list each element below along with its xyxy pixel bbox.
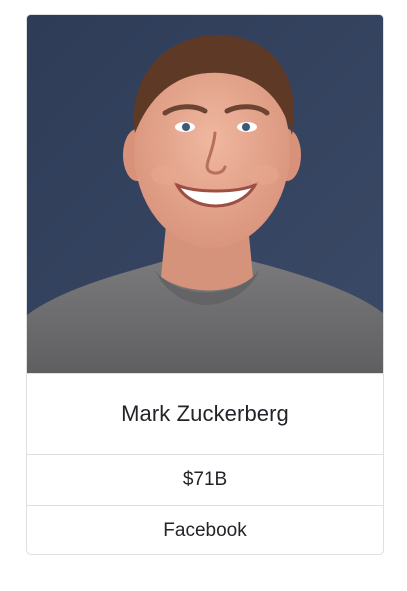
net-worth-item: $71B xyxy=(27,454,383,505)
profile-card: Mark Zuckerberg $71B Facebook xyxy=(26,14,384,555)
card-body: Mark Zuckerberg xyxy=(27,373,383,454)
company-item: Facebook xyxy=(27,505,383,554)
profile-photo xyxy=(27,15,383,373)
portrait-illustration xyxy=(27,15,383,373)
person-name: Mark Zuckerberg xyxy=(121,401,289,426)
details-list: $71B Facebook xyxy=(27,454,383,554)
